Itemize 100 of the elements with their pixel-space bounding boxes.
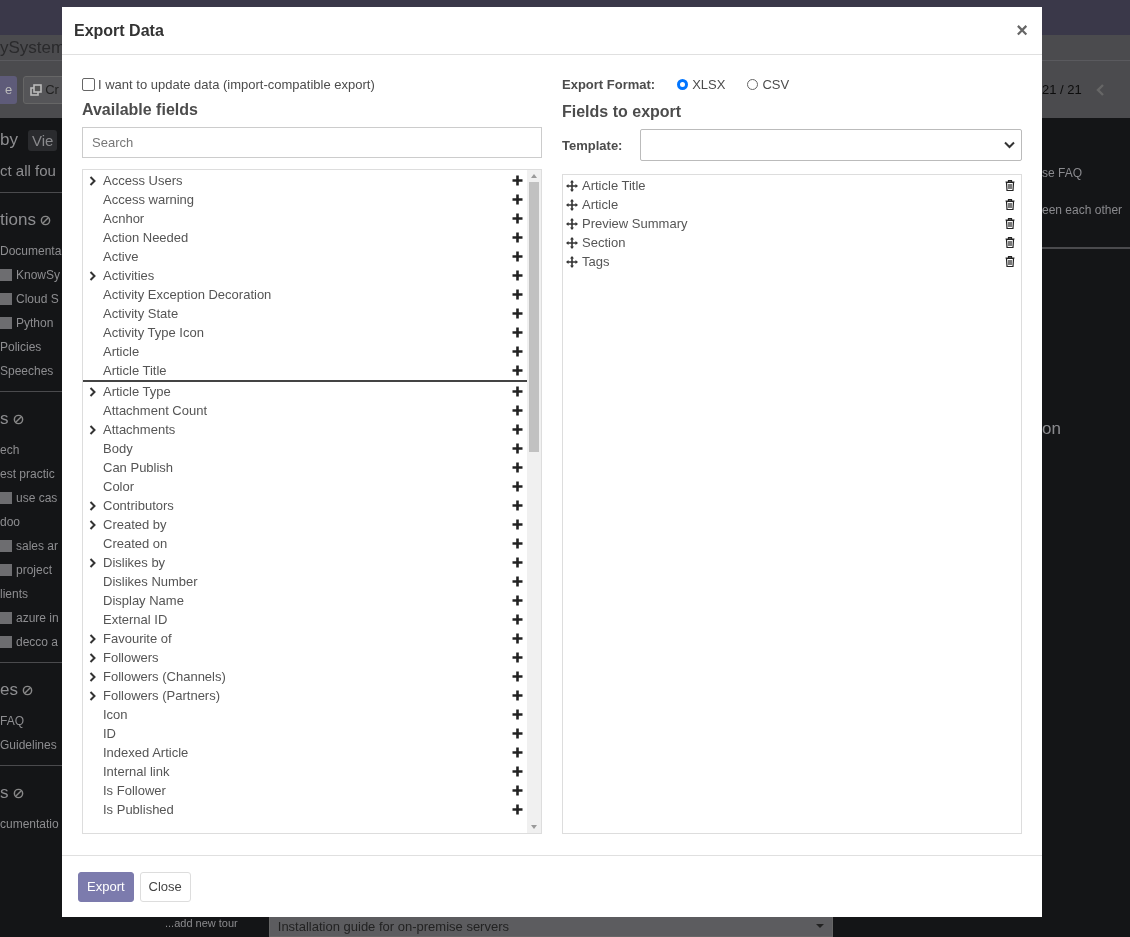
plus-icon[interactable] [512, 308, 523, 319]
chevron-right-icon[interactable] [89, 557, 96, 568]
clear-icon[interactable] [12, 413, 24, 425]
sidebar-item[interactable]: est practic [0, 467, 55, 481]
sidebar-item[interactable]: project [16, 563, 53, 577]
sidebar-item[interactable]: sales ar [16, 539, 59, 553]
add-tour-link[interactable]: ...add new tour [165, 917, 238, 929]
plus-icon[interactable] [512, 614, 523, 625]
field-row[interactable]: Action Needed [83, 228, 527, 247]
field-row[interactable]: Followers [83, 648, 527, 667]
field-row[interactable]: Attachment Count [83, 401, 527, 420]
move-icon[interactable] [566, 179, 578, 192]
field-row[interactable]: Indexed Article [83, 743, 527, 762]
plus-icon[interactable] [512, 481, 523, 492]
chevron-right-icon[interactable] [89, 690, 96, 701]
plus-icon[interactable] [512, 709, 523, 720]
field-row[interactable]: External ID [83, 610, 527, 629]
plus-icon[interactable] [512, 424, 523, 435]
checkbox-label[interactable]: I want to update data (import-compatible export) [98, 76, 375, 92]
plus-icon[interactable] [512, 175, 523, 186]
trash-icon[interactable] [1005, 180, 1015, 191]
field-row[interactable]: Can Publish [83, 458, 527, 477]
sidebar-item[interactable]: ct all fou [0, 161, 56, 179]
checkbox[interactable] [0, 540, 12, 552]
plus-icon[interactable] [512, 652, 523, 663]
checkbox[interactable] [0, 269, 12, 281]
plus-icon[interactable] [512, 500, 523, 511]
export-button[interactable]: Export [78, 871, 134, 902]
field-row[interactable]: Access Users [83, 171, 527, 190]
field-row[interactable]: ID [83, 724, 527, 743]
chevron-right-icon[interactable] [89, 633, 96, 644]
field-row[interactable]: Article Type [83, 382, 527, 401]
sidebar-item[interactable]: Policies [0, 340, 42, 354]
field-row[interactable]: Favourite of [83, 629, 527, 648]
plus-icon[interactable] [512, 595, 523, 606]
plus-icon[interactable] [512, 728, 523, 739]
radio-label[interactable]: XLSX [692, 76, 726, 92]
checkbox[interactable] [82, 77, 95, 91]
checkbox[interactable] [0, 564, 12, 576]
chevron-right-icon[interactable] [89, 386, 96, 397]
field-row[interactable]: Is Published [83, 800, 527, 819]
field-row[interactable]: Is Follower [83, 781, 527, 800]
plus-icon[interactable] [512, 386, 523, 397]
field-row[interactable]: Active [83, 247, 527, 266]
chevron-right-icon[interactable] [89, 175, 96, 186]
plus-icon[interactable] [512, 557, 523, 568]
plus-icon[interactable] [512, 519, 523, 530]
sidebar-item[interactable]: Speeches [0, 364, 54, 378]
field-row[interactable]: Followers (Partners) [83, 686, 527, 705]
plus-icon[interactable] [512, 405, 523, 416]
sidebar-item[interactable]: ech [0, 443, 20, 457]
sidebar-item[interactable]: Python [16, 316, 54, 330]
checkbox[interactable] [0, 317, 12, 329]
plus-icon[interactable] [512, 747, 523, 758]
trash-icon[interactable] [1005, 237, 1015, 248]
field-row[interactable]: Activity Type Icon [83, 323, 527, 342]
field-row[interactable]: Article Title [83, 361, 527, 382]
trash-icon[interactable] [1005, 218, 1015, 229]
plus-icon[interactable] [512, 327, 523, 338]
checkbox[interactable] [0, 492, 12, 504]
sidebar-item[interactable]: lients [0, 587, 28, 601]
field-row[interactable]: Followers (Channels) [83, 667, 527, 686]
chevron-right-icon[interactable] [89, 652, 96, 663]
field-row[interactable]: Internal link [83, 762, 527, 781]
field-row[interactable]: Color [83, 477, 527, 496]
checkbox[interactable] [0, 612, 12, 624]
checkbox[interactable] [0, 636, 12, 648]
plus-icon[interactable] [512, 346, 523, 357]
sidebar-item[interactable]: Cloud S [16, 292, 59, 306]
checkbox[interactable] [0, 293, 12, 305]
close-button[interactable]: × [1014, 19, 1030, 42]
field-row[interactable]: Created on [83, 534, 527, 553]
move-icon[interactable] [566, 236, 578, 249]
plus-icon[interactable] [512, 633, 523, 644]
field-row[interactable]: Attachments [83, 420, 527, 439]
scrollbar[interactable] [527, 170, 541, 833]
plus-icon[interactable] [512, 270, 523, 281]
chevron-right-icon[interactable] [89, 424, 96, 435]
close-button[interactable]: Close [139, 871, 191, 902]
article-link[interactable]: se FAQ [1042, 166, 1130, 180]
article-link[interactable]: een each other [1042, 203, 1130, 217]
field-row[interactable]: Contributors [83, 496, 527, 515]
plus-icon[interactable] [512, 251, 523, 262]
plus-icon[interactable] [512, 194, 523, 205]
clear-icon[interactable] [12, 787, 24, 799]
sidebar-item[interactable]: KnowSy [16, 268, 61, 282]
field-row[interactable]: Access warning [83, 190, 527, 209]
plus-icon[interactable] [512, 232, 523, 243]
plus-icon[interactable] [512, 804, 523, 815]
radio-button[interactable] [677, 78, 689, 90]
field-row[interactable]: Activities [83, 266, 527, 285]
sidebar-item[interactable]: Guidelines [0, 738, 57, 752]
plus-icon[interactable] [512, 213, 523, 224]
field-row[interactable]: Dislikes by [83, 553, 527, 572]
field-row[interactable]: Acnhor [83, 209, 527, 228]
chevron-right-icon[interactable] [89, 500, 96, 511]
field-row[interactable]: Dislikes Number [83, 572, 527, 591]
plus-icon[interactable] [512, 443, 523, 454]
field-row[interactable]: Activity Exception Decoration [83, 285, 527, 304]
field-row[interactable]: Article [83, 342, 527, 361]
